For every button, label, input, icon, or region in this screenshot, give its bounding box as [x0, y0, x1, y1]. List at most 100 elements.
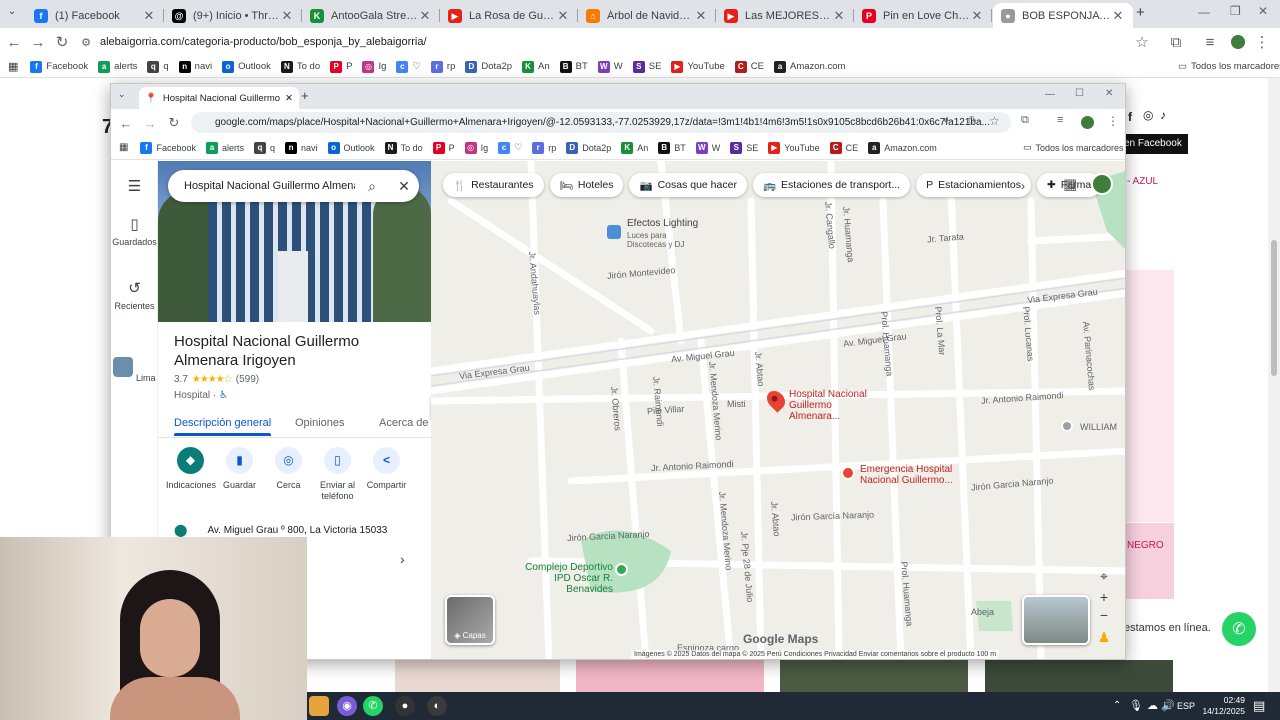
- close-tab-icon[interactable]: ✕: [142, 8, 156, 24]
- restore-button[interactable]: ❐: [1230, 4, 1241, 18]
- poi-dot-icon[interactable]: [1061, 420, 1073, 432]
- bookmark-item[interactable]: D Dota2p: [465, 60, 512, 73]
- bookmark-item[interactable]: D Dota2p: [566, 141, 611, 154]
- site-info-icon[interactable]: ⚙: [74, 30, 98, 54]
- bookmark-item[interactable]: qq: [147, 60, 169, 73]
- bookmark-item[interactable]: a Amazon.com: [868, 141, 937, 154]
- location-icon[interactable]: ⌖: [943, 115, 949, 128]
- bookmark-item[interactable]: S SE: [632, 60, 661, 73]
- menu-hamburger-icon[interactable]: ☰: [111, 177, 158, 195]
- bookmark-item[interactable]: qq: [254, 141, 275, 154]
- browser-tab[interactable]: @ (9+) Inicio • Threads✕: [164, 3, 302, 28]
- whatsapp-chat-button[interactable]: ✆: [1222, 612, 1256, 646]
- menu-icon[interactable]: ⋮: [1250, 30, 1274, 54]
- browser-tab[interactable]: ● BOB ESPONJA – Alejandra✕: [993, 3, 1133, 28]
- close-tab-icon[interactable]: ✕: [832, 8, 846, 24]
- tab-list-button[interactable]: ⌄: [118, 89, 126, 100]
- apps-grid-icon[interactable]: ▦: [1063, 175, 1077, 193]
- close-tab-icon[interactable]: ✕: [1111, 8, 1125, 24]
- taskbar-obs-icon[interactable]: ●: [395, 696, 415, 716]
- tiktok-social-icon[interactable]: ♪: [1160, 108, 1166, 122]
- bookmark-item[interactable]: ◎ Ig: [362, 60, 386, 73]
- bookmark-item[interactable]: ▶ YouTube: [768, 141, 820, 154]
- browser-tab[interactable]: ▶ La Rosa de Guadalupe | La✕: [440, 3, 578, 28]
- product-image[interactable]: [1126, 523, 1174, 599]
- notifications-icon[interactable]: ▤: [1253, 698, 1265, 714]
- close-window-button[interactable]: ✕: [1258, 4, 1268, 18]
- extensions-icon[interactable]: ⧉: [1164, 30, 1188, 54]
- poi-emergency[interactable]: Emergencia Hospital Nacional Guillermo..…: [860, 464, 956, 486]
- bookmark-item[interactable]: B BT: [658, 141, 686, 154]
- bookmark-item[interactable]: o Outlook: [327, 141, 375, 154]
- zoom-in-button[interactable]: +: [1094, 587, 1114, 607]
- maximize-button[interactable]: ☐: [1075, 88, 1084, 99]
- maps-search-box[interactable]: Hospital Nacional Guillermo Almenara ⌕ ✕: [168, 170, 419, 202]
- instagram-social-icon[interactable]: ◎: [1143, 108, 1153, 122]
- extensions-icon[interactable]: ⧉: [1021, 114, 1029, 127]
- bookmark-item[interactable]: S SE: [730, 141, 758, 154]
- microphone-icon[interactable]: 🎙: [1129, 699, 1143, 712]
- new-tab-button[interactable]: +: [1136, 4, 1145, 21]
- taskbar-app-icon[interactable]: [309, 696, 329, 716]
- bookmark-item[interactable]: ◎ Ig: [464, 141, 488, 154]
- bookmark-item[interactable]: N To do: [280, 60, 320, 73]
- close-icon[interactable]: ✕: [389, 178, 419, 195]
- bookmark-item[interactable]: B BT: [559, 60, 588, 73]
- bookmark-item[interactable]: a alerts: [205, 141, 244, 154]
- apps-icon[interactable]: ▦: [8, 60, 18, 73]
- category-chip[interactable]: P Estacionamientos: [916, 173, 1032, 197]
- bookmark-item[interactable]: PP: [330, 60, 352, 73]
- bookmark-item[interactable]: ▶ YouTube: [671, 60, 725, 73]
- bookmark-item[interactable]: PP: [432, 141, 455, 154]
- bookmark-item[interactable]: f Facebook: [30, 60, 88, 73]
- address-bar[interactable]: alebaigorria.com/categoria-producto/bob_…: [100, 36, 1130, 48]
- product-image[interactable]: [985, 660, 1173, 692]
- profile-avatar[interactable]: [1226, 30, 1250, 54]
- my-location-button[interactable]: ⌖: [1094, 566, 1114, 586]
- bookmark-item[interactable]: c ♡: [498, 141, 522, 154]
- close-tab-icon[interactable]: ✕: [418, 8, 432, 24]
- system-clock[interactable]: 02:49 14/12/2025: [1195, 695, 1245, 717]
- network-icon[interactable]: ☁: [1147, 699, 1158, 712]
- poi-lighting[interactable]: Efectos Lighting: [627, 218, 698, 229]
- reload-button[interactable]: ↻: [162, 111, 186, 135]
- product-image[interactable]: [576, 660, 764, 692]
- apps-icon[interactable]: ▦: [119, 142, 128, 153]
- bookmark-item[interactable]: C CE: [829, 141, 858, 154]
- bookmark-star-icon[interactable]: ☆: [1130, 30, 1154, 54]
- product-image[interactable]: [1126, 270, 1174, 522]
- close-tab-icon[interactable]: ✕: [694, 8, 708, 24]
- park-pin-icon[interactable]: [615, 563, 628, 576]
- directions-button[interactable]: ◆ Indicaciones: [166, 447, 216, 502]
- browser-tab[interactable]: K AntooGala Stream - Watch✕: [302, 3, 440, 28]
- bookmark-item[interactable]: WW: [695, 141, 720, 154]
- taskbar-browser-icon[interactable]: ◉: [337, 696, 357, 716]
- bookmark-item[interactable]: a alerts: [98, 60, 137, 73]
- browser-tab[interactable]: P Pin en Love Christmas✕: [854, 3, 992, 28]
- scrollbar-thumb[interactable]: [1271, 240, 1277, 376]
- new-tab-button[interactable]: +: [301, 88, 309, 103]
- bookmark-item[interactable]: n navi: [178, 60, 212, 73]
- install-app-icon[interactable]: ⎙: [967, 115, 976, 128]
- browser-tab[interactable]: ⌂ Árbol de Navidad Blanco✕: [578, 3, 716, 28]
- bookmark-item[interactable]: WW: [597, 60, 623, 73]
- bookmark-item[interactable]: N To do: [384, 141, 423, 154]
- rail-saved[interactable]: ▯ Guardados: [111, 215, 158, 247]
- tab-list-button[interactable]: ⌄: [4, 6, 20, 22]
- bookmark-item[interactable]: K An: [522, 60, 550, 73]
- reload-button[interactable]: ↻: [50, 30, 74, 54]
- menu-icon[interactable]: ⋮: [1107, 114, 1119, 128]
- send-to-phone-button[interactable]: ▯ Enviar al teléfono: [313, 447, 362, 502]
- layers-button[interactable]: ◈ Capas: [445, 595, 495, 645]
- close-tab-icon[interactable]: ✕: [280, 8, 294, 24]
- save-button[interactable]: ▮ Guardar: [215, 447, 264, 502]
- language-indicator[interactable]: ESP: [1177, 701, 1195, 711]
- close-window-button[interactable]: ✕: [1105, 88, 1113, 99]
- minimize-button[interactable]: —: [1198, 5, 1210, 19]
- poi-sports-complex[interactable]: Complejo Deportivo IPD Oscar R. Benavide…: [513, 562, 613, 595]
- product-image[interactable]: [780, 660, 968, 692]
- map-canvas[interactable]: 🍴 Restaurantes 🛏 Hoteles 📷 Cosas que hacer 🚌 Es…: [431, 161, 1125, 659]
- close-tab-icon[interactable]: ✕: [285, 93, 293, 104]
- street-view-thumbnail[interactable]: [1022, 595, 1090, 645]
- bookmark-item[interactable]: r rp: [532, 141, 556, 154]
